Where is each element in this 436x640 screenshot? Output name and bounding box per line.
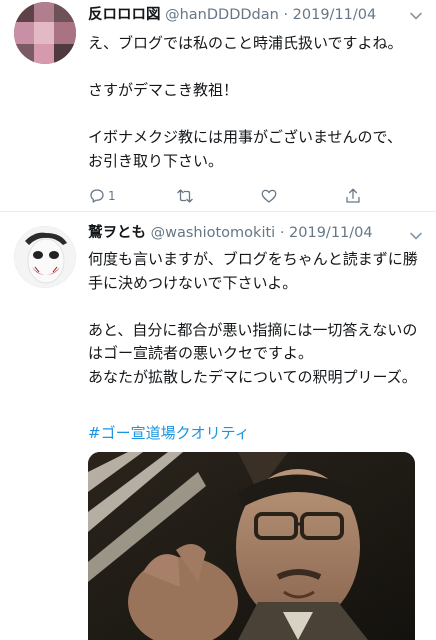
tweet-1[interactable]: 反ロロロ図 @hanDDDDdan · 2019/11/04 え、ブログでは私の…: [0, 0, 436, 207]
tweet-text: 何度も言いますが、ブログをちゃんと読まずに勝手に決めつけないで下さいよ。 あと、…: [88, 250, 418, 386]
display-name[interactable]: 反ロロロ図: [88, 7, 161, 23]
like-icon: [261, 189, 277, 203]
retweet-button[interactable]: [176, 186, 196, 206]
handle[interactable]: @washiotomokiti: [151, 225, 276, 241]
chevron-down-icon[interactable]: [408, 8, 424, 24]
reply-button[interactable]: 1: [88, 186, 116, 206]
share-button[interactable]: [344, 186, 362, 206]
tweet-media-image[interactable]: [88, 452, 415, 640]
share-icon: [346, 188, 360, 203]
tweet-text: え、ブログでは私のこと時浦氏扱いですよね。 さすがデマこき教祖！ イボナメクジ教…: [88, 34, 403, 170]
tweet-header: 鷲ヲとも @washiotomokiti · 2019/11/04: [88, 223, 373, 243]
avatar[interactable]: [14, 2, 76, 64]
avatar[interactable]: [14, 226, 76, 288]
tweet-date[interactable]: · 2019/11/04: [283, 7, 376, 23]
tweet-header: 反ロロロ図 @hanDDDDdan · 2019/11/04: [88, 5, 376, 25]
handle[interactable]: @hanDDDDdan: [165, 7, 279, 23]
display-name[interactable]: 鷲ヲとも: [88, 225, 146, 241]
reply-count: 1: [108, 189, 116, 203]
hashtag-link[interactable]: #ゴー宣道場クオリティ: [88, 422, 418, 446]
chevron-down-icon[interactable]: [408, 228, 424, 244]
retweet-icon: [177, 189, 193, 203]
tweet-actions: 1: [88, 186, 418, 206]
tweet-date[interactable]: · 2019/11/04: [280, 225, 373, 241]
reply-icon: [90, 189, 104, 203]
like-button[interactable]: [260, 186, 280, 206]
